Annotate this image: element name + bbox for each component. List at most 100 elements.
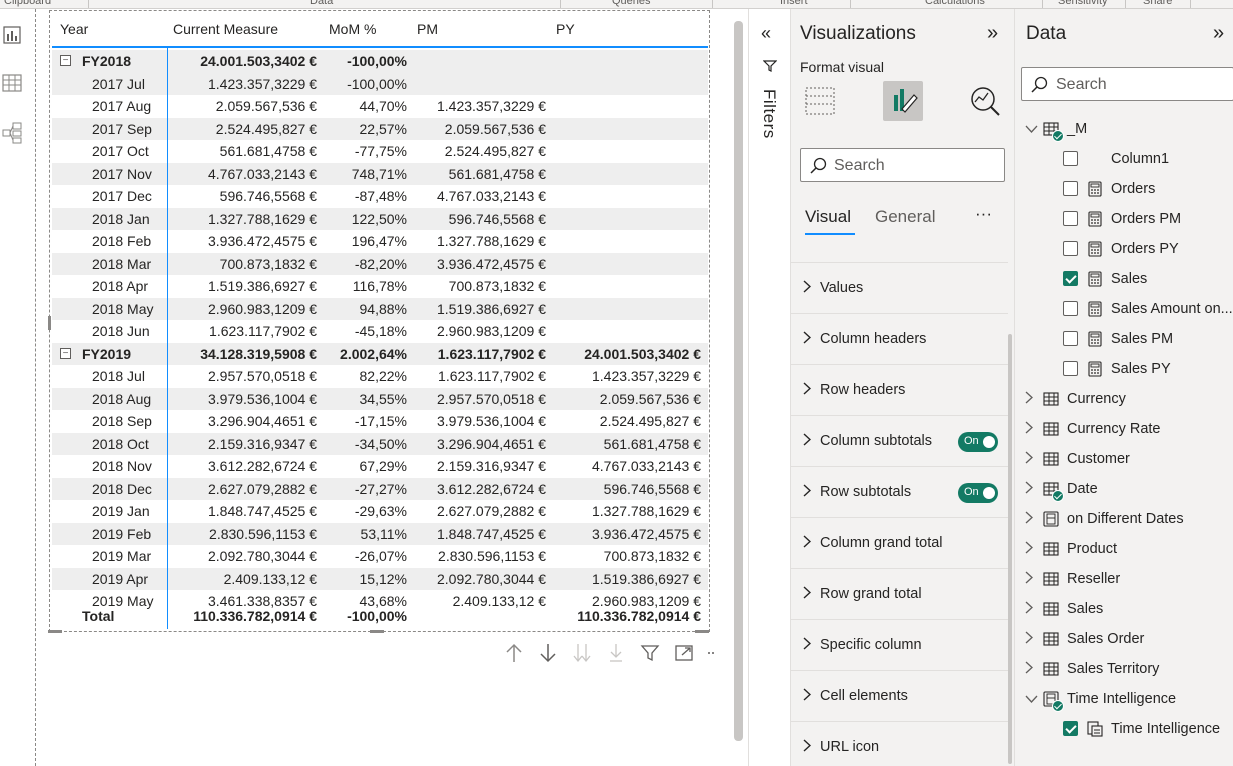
chevron-right-icon[interactable] (1025, 451, 1033, 467)
canvas-scrollbar[interactable] (734, 21, 743, 741)
chevron-right-icon[interactable] (1025, 481, 1033, 497)
chevron-right-icon[interactable] (1025, 661, 1033, 677)
month-row[interactable]: 2018 Jan 1.327.788,1629 € 122,50% 596.746,5… (52, 207, 708, 230)
analytics-icon[interactable] (965, 81, 1005, 121)
format-visual-icon[interactable] (883, 81, 923, 121)
data-table-item[interactable]: Sales (1015, 594, 1233, 624)
resize-handle-bottom-left[interactable] (48, 630, 62, 633)
month-row[interactable]: 2018 Dec 2.627.079,2882 € -27,27% 3.612.282… (52, 477, 708, 500)
data-field-item[interactable]: Sales PY (1015, 354, 1233, 384)
month-row[interactable]: 2019 Apr 2.409.133,12 € 15,12% 2.092.780,30… (52, 567, 708, 590)
month-row[interactable]: 2019 Mar 2.092.780,3044 € -26,07% 2.830.596… (52, 545, 708, 568)
month-row[interactable]: 2018 Jul 2.957.570,0518 € 82,22% 1.623.117,… (52, 365, 708, 388)
fiscal-year-row[interactable]: − FY2018 24.001.503,3402 € -100,00% (52, 50, 708, 73)
format-section-url-icon[interactable]: URL icon (791, 721, 1008, 766)
section-toggle[interactable]: On (958, 432, 998, 452)
viz-search-input[interactable]: Search (800, 148, 1005, 182)
month-row[interactable]: 2019 Jan 1.848.747,4525 € -29,63% 2.627.079… (52, 500, 708, 523)
section-toggle[interactable]: On (958, 483, 998, 503)
more-options-icon[interactable]: ··· (975, 204, 992, 224)
fiscal-year-row[interactable]: − FY2019 34.128.319,5908 € 2.002,64% 1.623.1… (52, 342, 708, 365)
month-row[interactable]: 2017 Aug 2.059.567,536 € 44,70% 1.423.357,3… (52, 95, 708, 118)
data-table-item[interactable]: Product (1015, 534, 1233, 564)
header-year[interactable]: Year (60, 21, 88, 37)
month-row[interactable]: 2018 Mar 700.873,1832 € -82,20% 3.936.472,4… (52, 252, 708, 275)
chevron-right-icon[interactable] (1025, 541, 1033, 557)
data-search-input[interactable]: Search (1021, 67, 1233, 101)
chevron-right-icon[interactable] (1025, 511, 1033, 527)
field-checkbox[interactable] (1063, 211, 1078, 226)
matrix-visual[interactable]: Year Current Measure MoM % PM PY − FY2018… (48, 10, 710, 633)
data-field-item[interactable]: Sales Amount on... (1015, 294, 1233, 324)
chevron-right-icon[interactable] (1025, 421, 1033, 437)
focus-mode-icon[interactable] (672, 642, 696, 664)
more-options-icon[interactable] (706, 642, 718, 664)
field-checkbox[interactable] (1063, 271, 1078, 286)
header-mom-pct[interactable]: MoM % (329, 21, 376, 37)
format-section-column-grand-total[interactable]: Column grand total (791, 517, 1008, 568)
filter-icon[interactable] (638, 642, 662, 664)
header-pm[interactable]: PM (417, 21, 438, 37)
format-section-values[interactable]: Values (791, 262, 1008, 313)
month-row[interactable]: 2018 Apr 1.519.386,6927 € 116,78% 700.873,1… (52, 275, 708, 298)
chevron-down-icon[interactable] (1025, 691, 1038, 706)
field-checkbox[interactable] (1063, 721, 1078, 736)
month-row[interactable]: 2017 Oct 561.681,4758 € -77,75% 2.524.495,8… (52, 140, 708, 163)
field-checkbox[interactable] (1063, 301, 1078, 316)
format-section-row-headers[interactable]: Row headers (791, 364, 1008, 415)
chevron-right-icon[interactable] (1025, 571, 1033, 587)
chevron-down-icon[interactable] (1025, 121, 1038, 136)
field-checkbox[interactable] (1063, 151, 1078, 166)
data-table-item[interactable]: _M (1015, 114, 1233, 144)
data-field-item[interactable]: Sales (1015, 264, 1233, 294)
header-current-measure[interactable]: Current Measure (173, 21, 278, 37)
field-checkbox[interactable] (1063, 331, 1078, 346)
field-checkbox[interactable] (1063, 181, 1078, 196)
expand-all-down-icon[interactable] (570, 642, 594, 664)
format-section-row-grand-total[interactable]: Row grand total (791, 568, 1008, 619)
resize-handle-left[interactable] (48, 316, 51, 330)
field-checkbox[interactable] (1063, 241, 1078, 256)
month-row[interactable]: 2018 Feb 3.936.472,4575 € 196,47% 1.327.788… (52, 230, 708, 253)
chevron-right-icon[interactable] (1025, 631, 1033, 647)
field-checkbox[interactable] (1063, 361, 1078, 376)
data-field-item[interactable]: Orders PY (1015, 234, 1233, 264)
drill-up-icon[interactable] (502, 642, 526, 664)
drill-down-icon[interactable] (536, 642, 560, 664)
format-section-row-subtotals[interactable]: Row subtotals On (791, 466, 1008, 517)
table-view-icon[interactable] (0, 71, 24, 95)
format-section-column-headers[interactable]: Column headers (791, 313, 1008, 364)
chevron-right-icon[interactable] (1025, 391, 1033, 407)
tab-general[interactable]: General (875, 207, 935, 227)
total-row[interactable]: Total 110.336.782,0914 € -100,00% 110.336.7… (52, 607, 708, 629)
month-row[interactable]: 2017 Sep 2.524.495,827 € 22,57% 2.059.567,5… (52, 117, 708, 140)
data-table-item[interactable]: Time Intelligence (1015, 684, 1233, 714)
format-section-column-subtotals[interactable]: Column subtotals On (791, 415, 1008, 466)
data-table-item[interactable]: Reseller (1015, 564, 1233, 594)
tab-visual[interactable]: Visual (805, 207, 851, 227)
data-field-item[interactable]: Time Intelligence (1015, 714, 1233, 744)
expand-next-level-icon[interactable] (604, 642, 628, 664)
format-section-cell-elements[interactable]: Cell elements (791, 670, 1008, 721)
data-field-item[interactable]: Column1 (1015, 144, 1233, 174)
collapse-row-icon[interactable]: − (60, 55, 71, 66)
data-table-item[interactable]: on Different Dates (1015, 504, 1233, 534)
data-field-item[interactable]: Sales PM (1015, 324, 1233, 354)
collapse-data-icon[interactable]: » (1213, 22, 1224, 45)
data-table-item[interactable]: Currency (1015, 384, 1233, 414)
build-visual-icon[interactable] (800, 81, 840, 121)
month-row[interactable]: 2018 Jun 1.623.117,7902 € -45,18% 2.960.983… (52, 320, 708, 343)
data-table-item[interactable]: Customer (1015, 444, 1233, 474)
month-row[interactable]: 2018 Aug 3.979.536,1004 € 34,55% 2.957.570,… (52, 387, 708, 410)
chevron-right-icon[interactable] (1025, 601, 1033, 617)
collapse-row-icon[interactable]: − (60, 347, 71, 359)
month-row[interactable]: 2018 Sep 3.296.904,4651 € -17,15% 3.979.536… (52, 410, 708, 433)
resize-handle-bottom-right[interactable] (695, 630, 709, 633)
data-field-item[interactable]: Orders (1015, 174, 1233, 204)
viz-scrollbar[interactable] (1008, 334, 1012, 764)
data-field-item[interactable]: Orders PM (1015, 204, 1233, 234)
collapse-visualizations-icon[interactable]: » (987, 22, 998, 45)
month-row[interactable]: 2017 Nov 4.767.033,2143 € 748,71% 561.681,4… (52, 162, 708, 185)
month-row[interactable]: 2018 Oct 2.159.316,9347 € -34,50% 3.296.904… (52, 432, 708, 455)
data-table-item[interactable]: Sales Order (1015, 624, 1233, 654)
